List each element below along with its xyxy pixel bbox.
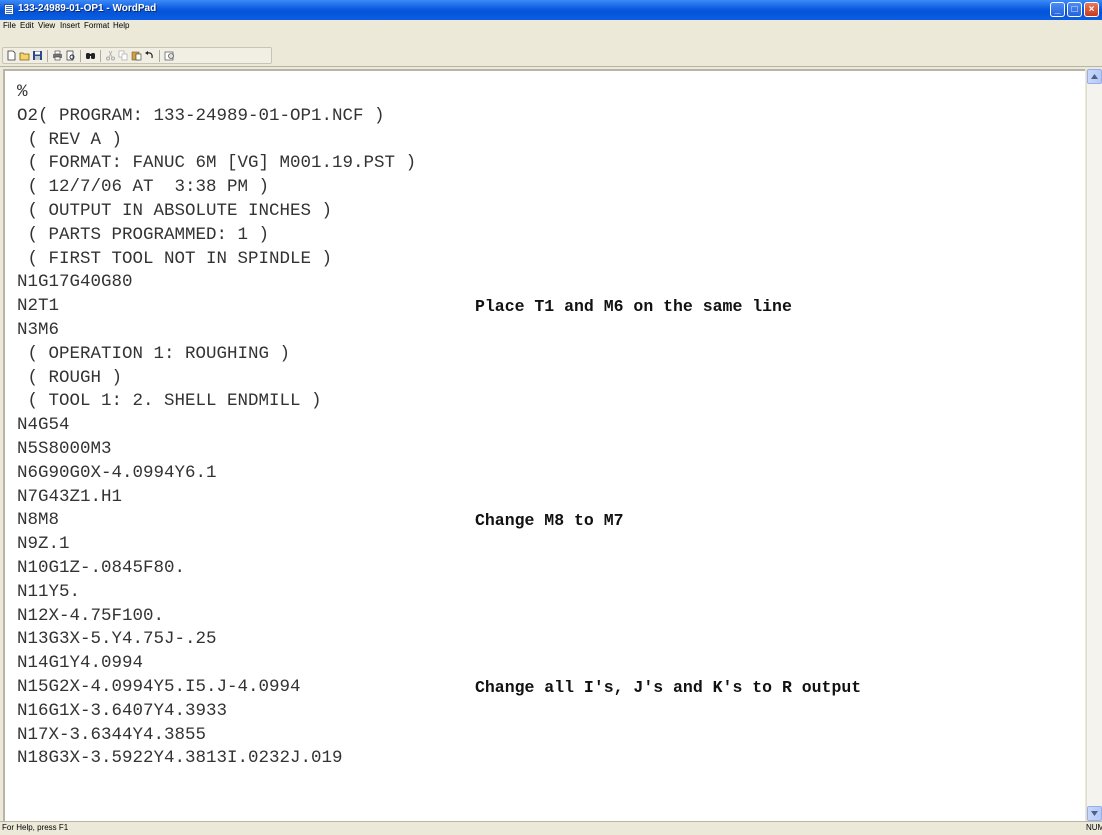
code-line: O2( PROGRAM: 133-24989-01-OP1.NCF )	[17, 105, 385, 126]
cut-icon[interactable]	[105, 50, 116, 61]
code-line: ( 12/7/06 AT 3:38 PM )	[17, 177, 270, 198]
new-icon[interactable]	[6, 50, 17, 61]
print-icon[interactable]	[52, 50, 63, 61]
code-line: N2T1	[17, 296, 60, 317]
scroll-down-arrow[interactable]	[1087, 806, 1102, 821]
code-line: ( PARTS PROGRAMMED: 1 )	[17, 224, 270, 245]
standard-toolstrip	[2, 47, 272, 64]
toolbar-separator	[47, 50, 48, 62]
code-line: N11Y5.	[17, 581, 81, 602]
status-bar: For Help, press F1 NUM	[0, 821, 1102, 835]
undo-icon[interactable]	[144, 50, 155, 61]
code-line: N18G3X-3.5922Y4.3813I.0232J.019	[17, 748, 343, 769]
code-line: N6G90G0X-4.0994Y6.1	[17, 462, 217, 483]
menu-format[interactable]: Format	[84, 21, 109, 30]
code-line: %	[17, 82, 28, 102]
document-editor[interactable]: % O2( PROGRAM: 133-24989-01-OP1.NCF ) ( R…	[3, 69, 1085, 821]
code-line: ( ROUGH )	[17, 367, 123, 388]
code-line: N3M6	[17, 320, 60, 340]
print-preview-icon[interactable]	[65, 50, 76, 61]
code-line: N10G1Z-.0845F80.	[17, 558, 186, 578]
copy-icon[interactable]	[118, 50, 129, 61]
menu-view[interactable]: View	[38, 21, 55, 30]
code-line: ( OUTPUT IN ABSOLUTE INCHES )	[17, 201, 333, 221]
menu-bar: File Edit View Insert Format Help	[0, 20, 1102, 34]
code-line: N9Z.1	[17, 534, 70, 555]
close-button[interactable]: ×	[1084, 2, 1099, 17]
code-line: ( OPERATION 1: ROUGHING )	[17, 343, 291, 364]
code-line: N4G54	[17, 415, 70, 436]
toolbar	[0, 34, 1102, 67]
toolbar-separator	[100, 50, 101, 62]
wordpad-app-icon[interactable]	[4, 4, 14, 15]
find-icon[interactable]	[85, 50, 96, 61]
code-line: ( TOOL 1: 2. SHELL ENDMILL )	[17, 391, 322, 412]
menu-file[interactable]: File	[3, 21, 16, 30]
code-line: N13G3X-5.Y4.75J-.25	[17, 629, 217, 650]
status-help-text: For Help, press F1	[2, 823, 69, 832]
menu-help[interactable]: Help	[113, 21, 129, 30]
toolbar-separator	[159, 50, 160, 62]
code-line: N7G43Z1.H1	[17, 486, 123, 507]
code-line: N17X-3.6344Y4.3855	[17, 724, 207, 745]
paste-icon[interactable]	[131, 50, 142, 61]
minimize-button[interactable]: _	[1050, 2, 1065, 17]
window-title: 133-24989-01-OP1 - WordPad	[18, 3, 157, 14]
code-line: N12X-4.75F100.	[17, 605, 165, 626]
annotation-note: Change M8 to M7	[475, 511, 624, 531]
vertical-scrollbar[interactable]	[1086, 69, 1102, 821]
code-line: N8M8	[17, 510, 60, 531]
code-line: N16G1X-3.6407Y4.3933	[17, 700, 228, 721]
open-icon[interactable]	[19, 50, 30, 61]
code-line: ( REV A )	[17, 129, 123, 150]
scroll-up-arrow[interactable]	[1087, 69, 1102, 84]
insert-datetime-icon[interactable]	[164, 50, 175, 61]
annotation-note: Change all I's, J's and K's to R output	[475, 678, 862, 697]
code-line: N14G1Y4.0994	[17, 653, 144, 674]
code-line: N1G17G40G80	[17, 272, 133, 293]
code-line: ( FORMAT: FANUC 6M [VG] M001.19.PST )	[17, 153, 417, 174]
code-line: ( FIRST TOOL NOT IN SPINDLE )	[17, 248, 333, 269]
maximize-button[interactable]: □	[1067, 2, 1082, 17]
title-bar[interactable]: 133-24989-01-OP1 - WordPad _ □ ×	[0, 0, 1102, 20]
num-lock-indicator: NUM	[1086, 823, 1102, 832]
code-line: N15G2X-4.0994Y5.I5.J-4.0994	[17, 677, 301, 697]
annotation-note: Place T1 and M6 on the same line	[475, 297, 792, 317]
code-line: N5S8000M3	[17, 439, 112, 459]
menu-insert[interactable]: Insert	[60, 21, 80, 30]
menu-edit[interactable]: Edit	[20, 21, 34, 30]
save-icon[interactable]	[32, 50, 43, 61]
toolbar-separator	[80, 50, 81, 62]
